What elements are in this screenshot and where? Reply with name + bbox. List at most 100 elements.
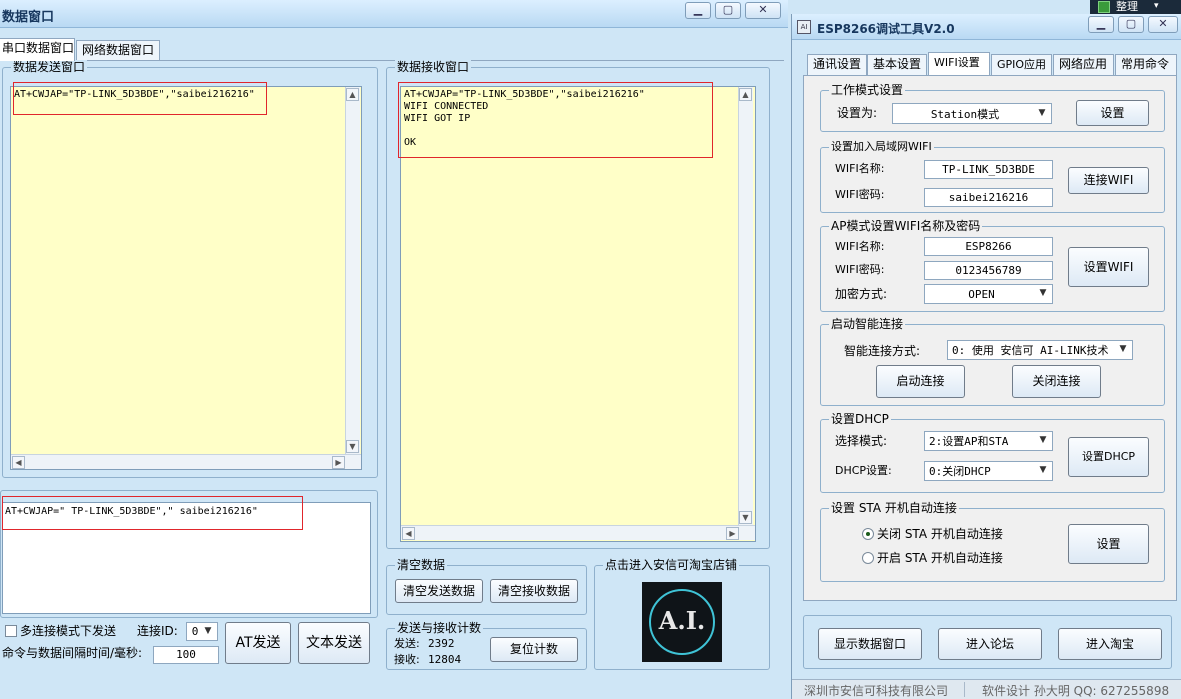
app-icon: AI bbox=[797, 20, 811, 34]
esp-titlebar[interactable]: AI ESP8266调试工具V2.0 ▁ ▢ ✕ bbox=[792, 14, 1181, 40]
receive-vscrollbar[interactable]: ▲ ▼ bbox=[738, 87, 753, 525]
status-company: 深圳市安信可科技有限公司 bbox=[804, 684, 949, 698]
reset-count-button[interactable]: 复位计数 bbox=[490, 637, 578, 662]
ap-password-input[interactable]: 0123456789 bbox=[924, 261, 1053, 280]
send-vscrollbar[interactable]: ▲ ▼ bbox=[345, 87, 360, 454]
text-send-button[interactable]: 文本发送 bbox=[298, 622, 370, 664]
sta-auto-off-label[interactable]: 关闭 STA 开机自动连接 bbox=[877, 527, 1003, 541]
recv-count-label: 接收: bbox=[394, 653, 420, 666]
tab-wifi-settings[interactable]: WIFI设置 bbox=[928, 52, 990, 75]
counter-legend: 发送与接收计数 bbox=[395, 621, 484, 635]
scroll-up-icon[interactable]: ▲ bbox=[739, 88, 752, 101]
close-button[interactable]: ✕ bbox=[1148, 16, 1178, 33]
send-textarea[interactable]: AT+CWJAP="TP-LINK_5D3BDE","saibei216216" bbox=[10, 86, 362, 470]
grid-icon bbox=[1098, 1, 1110, 13]
sta-auto-off-radio[interactable] bbox=[862, 528, 874, 540]
sent-count-value: 2392 bbox=[428, 637, 455, 650]
set-sta-auto-button[interactable]: 设置 bbox=[1068, 524, 1149, 564]
multi-connect-label: 多连接模式下发送 bbox=[20, 624, 117, 638]
scroll-right-icon[interactable]: ▶ bbox=[332, 456, 345, 469]
taskbar-strip: 整理 ▾ bbox=[1090, 0, 1181, 14]
esp-title: ESP8266调试工具V2.0 bbox=[817, 22, 955, 36]
wifi-password-input[interactable]: saibei216216 bbox=[924, 188, 1053, 207]
interval-label: 命令与数据间隔时间/毫秒: bbox=[2, 646, 143, 660]
set-dhcp-button[interactable]: 设置DHCP bbox=[1068, 437, 1149, 477]
scroll-left-icon[interactable]: ◀ bbox=[402, 527, 415, 540]
dhcp-legend: 设置DHCP bbox=[829, 412, 891, 426]
stop-connect-button[interactable]: 关闭连接 bbox=[1012, 365, 1101, 398]
tab-gpio[interactable]: GPIO应用 bbox=[991, 54, 1052, 75]
multi-connect-checkbox[interactable] bbox=[5, 625, 17, 637]
data-window-titlebar[interactable]: 数据窗口 ▁ ▢ ✕ bbox=[0, 0, 788, 28]
chevron-down-icon: ▼ bbox=[1038, 108, 1046, 118]
clear-send-button[interactable]: 清空发送数据 bbox=[395, 579, 483, 603]
connect-id-label: 连接ID: bbox=[137, 624, 178, 638]
maximize-button[interactable]: ▢ bbox=[1118, 16, 1144, 33]
ai-thinker-logo[interactable]: A.I. bbox=[642, 582, 722, 662]
smart-mode-select[interactable]: 0: 使用 安信可 AI-LINK技术 ▼ bbox=[947, 340, 1133, 360]
work-mode-label: 设置为: bbox=[837, 106, 878, 120]
scroll-down-icon[interactable]: ▼ bbox=[346, 440, 359, 453]
wifi-settings-panel: 工作模式设置 设置为: Station模式 ▼ 设置 设置加入局域网WIFI W… bbox=[803, 75, 1177, 601]
recv-count-value: 12804 bbox=[428, 653, 462, 666]
work-mode-legend: 工作模式设置 bbox=[829, 83, 906, 97]
sta-auto-on-radio[interactable] bbox=[862, 552, 874, 564]
tab-basic-settings[interactable]: 基本设置 bbox=[867, 54, 927, 75]
scroll-up-icon[interactable]: ▲ bbox=[346, 88, 359, 101]
wifi-password-label: WIFI密码: bbox=[835, 188, 885, 201]
logo-text: A.I. bbox=[658, 606, 706, 635]
at-send-button[interactable]: AT发送 bbox=[225, 622, 291, 664]
status-author: 软件设计 孙大明 QQ: 627255898 bbox=[982, 684, 1170, 698]
tab-network-data[interactable]: 网络数据窗口 bbox=[76, 40, 160, 61]
send-window-legend: 数据发送窗口 bbox=[11, 60, 88, 74]
set-work-mode-button[interactable]: 设置 bbox=[1076, 100, 1149, 126]
wifi-name-input[interactable]: TP-LINK_5D3BDE bbox=[924, 160, 1053, 179]
chevron-down-icon: ▼ bbox=[204, 626, 212, 636]
command-highlight-box bbox=[2, 496, 303, 530]
tab-content-border bbox=[0, 60, 784, 61]
tab-serial-data[interactable]: 串口数据窗口 bbox=[0, 38, 75, 61]
dhcp-mode-select[interactable]: 2:设置AP和STA ▼ bbox=[924, 431, 1053, 451]
minimize-button[interactable]: ▁ bbox=[685, 2, 711, 19]
tab-network-app[interactable]: 网络应用 bbox=[1053, 54, 1114, 75]
clear-receive-button[interactable]: 清空接收数据 bbox=[490, 579, 578, 603]
smart-connect-legend: 启动智能连接 bbox=[829, 317, 906, 331]
maximize-button[interactable]: ▢ bbox=[715, 2, 741, 19]
receive-highlight-box bbox=[398, 82, 713, 158]
enter-forum-button[interactable]: 进入论坛 bbox=[938, 628, 1042, 660]
chevron-down-icon: ▼ bbox=[1039, 435, 1047, 445]
chevron-down-icon: ▼ bbox=[1039, 288, 1047, 298]
encryption-label: 加密方式: bbox=[835, 287, 888, 301]
dhcp-mode-label: 选择模式: bbox=[835, 434, 888, 448]
chevron-down-icon: ▼ bbox=[1119, 344, 1127, 354]
close-button[interactable]: ✕ bbox=[745, 2, 781, 19]
start-connect-button[interactable]: 启动连接 bbox=[876, 365, 965, 398]
scroll-down-icon[interactable]: ▼ bbox=[739, 511, 752, 524]
shop-legend: 点击进入安信可淘宝店铺 bbox=[603, 558, 740, 572]
interval-input[interactable]: 100 bbox=[153, 646, 219, 664]
ap-name-input[interactable]: ESP8266 bbox=[924, 237, 1053, 256]
tab-common-commands[interactable]: 常用命令 bbox=[1115, 54, 1177, 75]
scroll-right-icon[interactable]: ▶ bbox=[726, 527, 739, 540]
sta-auto-legend: 设置 STA 开机自动连接 bbox=[829, 501, 959, 515]
data-window: 数据窗口 ▁ ▢ ✕ 串口数据窗口 网络数据窗口 数据发送窗口 AT+CWJAP… bbox=[0, 0, 788, 699]
encryption-select[interactable]: OPEN ▼ bbox=[924, 284, 1053, 304]
taskbar-label[interactable]: 整理 bbox=[1116, 0, 1138, 13]
show-data-window-button[interactable]: 显示数据窗口 bbox=[818, 628, 922, 660]
connect-wifi-button[interactable]: 连接WIFI bbox=[1068, 167, 1149, 194]
work-mode-select[interactable]: Station模式 ▼ bbox=[892, 103, 1052, 124]
status-bar: 深圳市安信可科技有限公司 软件设计 孙大明 QQ: 627255898 bbox=[792, 679, 1181, 699]
send-hscrollbar[interactable]: ◀ ▶ bbox=[11, 454, 361, 469]
enter-taobao-button[interactable]: 进入淘宝 bbox=[1058, 628, 1162, 660]
receive-hscrollbar[interactable]: ◀ ▶ bbox=[401, 525, 755, 540]
sta-auto-on-label[interactable]: 开启 STA 开机自动连接 bbox=[877, 551, 1003, 565]
dhcp-setting-select[interactable]: 0:关闭DHCP ▼ bbox=[924, 461, 1053, 481]
chevron-down-icon: ▼ bbox=[1039, 465, 1047, 475]
connect-id-select[interactable]: 0 ▼ bbox=[186, 622, 218, 641]
tab-comm-settings[interactable]: 通讯设置 bbox=[807, 54, 867, 75]
set-wifi-button[interactable]: 设置WIFI bbox=[1068, 247, 1149, 287]
scroll-left-icon[interactable]: ◀ bbox=[12, 456, 25, 469]
ap-name-label: WIFI名称: bbox=[835, 240, 885, 253]
minimize-button[interactable]: ▁ bbox=[1088, 16, 1114, 33]
dropdown-icon[interactable]: ▾ bbox=[1154, 0, 1159, 13]
